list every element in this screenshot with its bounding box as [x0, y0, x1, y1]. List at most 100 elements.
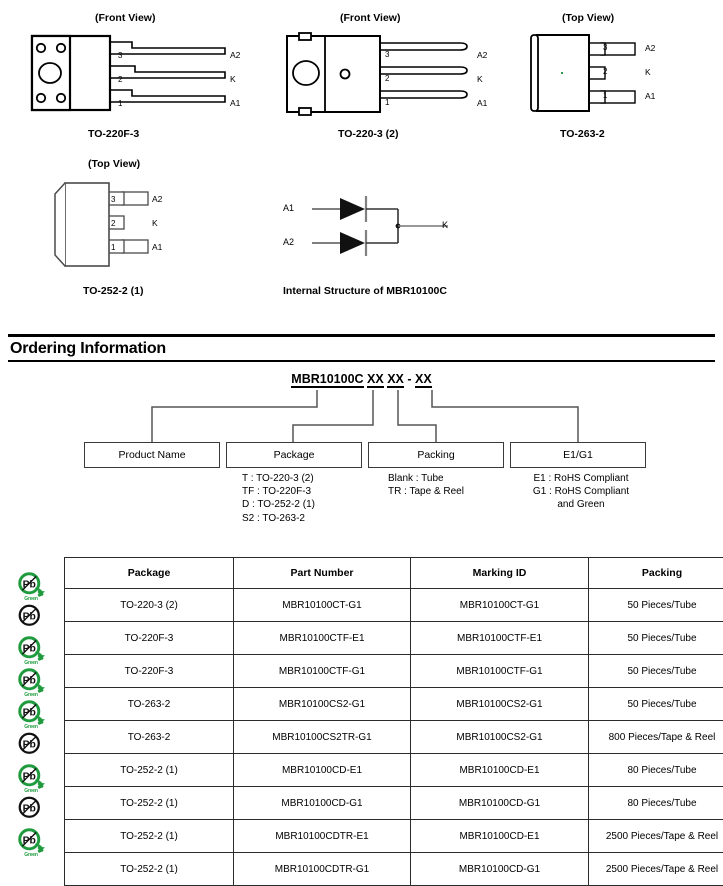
to-252-2-1-pin-num-2: 2	[111, 219, 115, 228]
table-row: TO-252-2 (1)MBR10100CDTR-G1MBR10100CD-G1…	[65, 853, 723, 886]
to-263-2-caption: TO-263-2	[560, 128, 605, 140]
cell-marking-id: MBR10100CS2-G1	[411, 688, 589, 721]
section-title: Ordering Information	[8, 337, 715, 360]
to-252-2-1-pin-label-k: K	[152, 218, 158, 228]
to-252-2-1-pin-label-a1: A1	[152, 242, 162, 252]
to-252-2-1-pin-num-1: 1	[111, 243, 115, 252]
to-220-3-2-pin-num-2: 2	[385, 74, 389, 83]
to-252-2-1-drawing	[45, 178, 215, 278]
to-220-3-2-drawing	[275, 30, 505, 120]
ordering-information-section-header: Ordering Information	[8, 334, 715, 362]
internal-structure-label-a1: A1	[283, 203, 294, 213]
ordering-code-base: MBR10100C	[291, 372, 363, 388]
pb-green-label: Green	[16, 724, 46, 730]
to-252-2-1-caption: TO-252-2 (1)	[83, 285, 144, 297]
ordering-legend-package: T : TO-220-3 (2) TF : TO-220F-3 D : TO-2…	[242, 472, 315, 525]
ordering-code-dash: -	[404, 372, 415, 386]
section-rule-bottom	[8, 360, 715, 362]
pb-free-icon-column: PbGreenPbPbGreenPbGreenPbGreenPbPbGreenP…	[12, 572, 58, 860]
pb-icon-slot: Pb Green	[12, 828, 58, 860]
table-header-packing: Packing	[589, 558, 723, 589]
to-220-3-2-pin-num-3: 3	[385, 50, 389, 59]
pb-icon-slot: PbGreen	[12, 572, 58, 604]
cell-package: TO-252-2 (1)	[65, 853, 234, 886]
cell-marking-id: MBR10100CTF-G1	[411, 655, 589, 688]
cell-part-number: MBR10100CD-G1	[234, 787, 411, 820]
ordering-code-diagram: MBR10100C XX XX - XX Product Name Packag…	[0, 372, 723, 537]
ordering-box-package: Package	[226, 442, 362, 468]
table-header-part-number: Part Number	[234, 558, 411, 589]
to-220f-3-drawing	[20, 30, 255, 120]
cell-package: TO-220F-3	[65, 622, 234, 655]
table-row: TO-252-2 (1)MBR10100CDTR-E1MBR10100CD-E1…	[65, 820, 723, 853]
to-220f-3-view-label: (Front View)	[95, 12, 155, 24]
cell-packing: 80 Pieces/Tube	[589, 754, 723, 787]
to-263-2-pin-label-a2: A2	[645, 43, 655, 53]
ordering-box-product-name-label: Product Name	[118, 449, 185, 461]
pb-icon-slot: Pb	[12, 604, 58, 636]
internal-structure-caption: Internal Structure of MBR10100C	[283, 285, 447, 297]
svg-text:Pb: Pb	[23, 612, 36, 623]
pb-free-green-icon: Pb	[16, 700, 46, 726]
ordering-box-e1-g1-label: E1/G1	[563, 449, 593, 461]
cell-marking-id: MBR10100CD-G1	[411, 787, 589, 820]
table-row: TO-220F-3MBR10100CTF-G1MBR10100CTF-G150 …	[65, 655, 723, 688]
to-220-3-2-pin-label-a1: A1	[477, 98, 487, 108]
pb-green-label: Green	[16, 852, 46, 858]
pb-icon-slot: PbGreen	[12, 764, 58, 796]
pb-free-green-icon: Pb	[16, 636, 46, 662]
table-row: TO-220F-3MBR10100CTF-E1MBR10100CTF-E150 …	[65, 622, 723, 655]
pb-green-label: Green	[16, 596, 46, 602]
to-220f-3-pin-num-1: 1	[118, 99, 122, 108]
cell-package: TO-220-3 (2)	[65, 589, 234, 622]
ordering-legend-e1-g1: E1 : RoHS Compliant G1 : RoHS Compliant …	[516, 472, 646, 512]
svg-text:Pb: Pb	[23, 804, 36, 815]
ordering-information-table: Package Part Number Marking ID Packing T…	[64, 557, 723, 886]
cell-packing: 50 Pieces/Tube	[589, 622, 723, 655]
cell-part-number: MBR10100CD-E1	[234, 754, 411, 787]
cell-packing: 2500 Pieces/Tape & Reel	[589, 820, 723, 853]
ordering-box-package-label: Package	[274, 449, 315, 461]
pb-free-mono-icon: Pb	[16, 604, 46, 630]
cell-marking-id: MBR10100CD-E1	[411, 754, 589, 787]
cell-part-number: MBR10100CT-G1	[234, 589, 411, 622]
cell-packing: 2500 Pieces/Tape & Reel	[589, 853, 723, 886]
ordering-box-product-name: Product Name	[84, 442, 220, 468]
svg-text:Pb: Pb	[23, 836, 36, 847]
to-263-2-pin-label-k: K	[645, 67, 651, 77]
to-263-2-pin-label-a1: A1	[645, 91, 655, 101]
to-220f-3-pin-label-a2: A2	[230, 50, 240, 60]
cell-marking-id: MBR10100CTF-E1	[411, 622, 589, 655]
pb-free-green-icon: Pb	[16, 572, 46, 598]
pb-icon-slot: Pb	[12, 732, 58, 764]
cell-part-number: MBR10100CS2TR-G1	[234, 721, 411, 754]
table-header-package: Package	[65, 558, 234, 589]
pb-green-label: Green	[16, 692, 46, 698]
pb-icon-slot: PbGreen	[12, 700, 58, 732]
svg-text:Pb: Pb	[23, 676, 36, 687]
table-body: TO-220-3 (2)MBR10100CT-G1MBR10100CT-G150…	[65, 589, 723, 886]
pb-green-label: Green	[16, 660, 46, 666]
to-220-3-2-view-label: (Front View)	[340, 12, 400, 24]
to-263-2-view-label: (Top View)	[562, 12, 614, 24]
cell-marking-id: MBR10100CD-E1	[411, 820, 589, 853]
ordering-legend-packing: Blank : Tube TR : Tape & Reel	[388, 472, 464, 498]
cell-packing: 50 Pieces/Tube	[589, 688, 723, 721]
to-252-2-1-pin-label-a2: A2	[152, 194, 162, 204]
svg-text:Pb: Pb	[23, 644, 36, 655]
ordering-code-grade-field: XX	[415, 372, 432, 388]
pb-icon-slot: Pb	[12, 796, 58, 828]
cell-packing: 800 Pieces/Tape & Reel	[589, 721, 723, 754]
cell-package: TO-252-2 (1)	[65, 820, 234, 853]
cell-package: TO-263-2	[65, 688, 234, 721]
ordering-code-package-field: XX	[367, 372, 384, 388]
svg-text:Pb: Pb	[23, 772, 36, 783]
table-header-row: Package Part Number Marking ID Packing	[65, 558, 723, 589]
cell-marking-id: MBR10100CD-G1	[411, 853, 589, 886]
cell-packing: 80 Pieces/Tube	[589, 787, 723, 820]
pb-free-green-icon: Pb	[16, 764, 46, 790]
ordering-box-e1-g1: E1/G1	[510, 442, 646, 468]
cell-package: TO-252-2 (1)	[65, 787, 234, 820]
internal-structure-label-a2: A2	[283, 237, 294, 247]
to-220f-3-pin-num-2: 2	[118, 75, 122, 84]
